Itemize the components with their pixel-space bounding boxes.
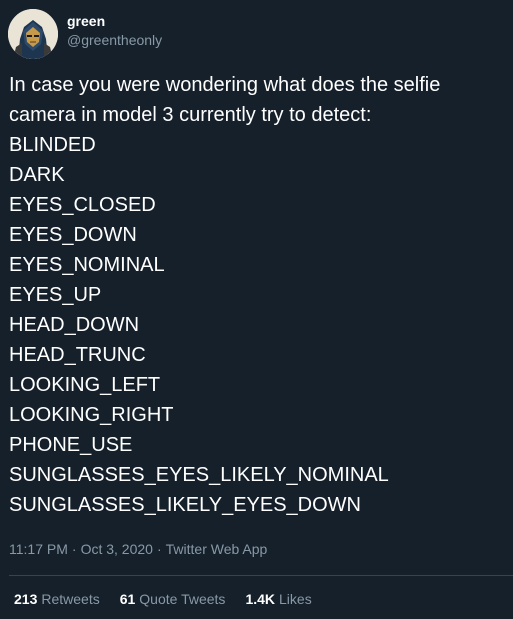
likes-label: Likes [279, 591, 312, 607]
tweet-source[interactable]: Twitter Web App [166, 541, 268, 557]
likes-stat[interactable]: 1.4K Likes [245, 590, 311, 609]
retweets-stat[interactable]: 213 Retweets [14, 590, 100, 609]
retweets-count: 213 [14, 591, 38, 607]
avatar-portrait-icon [8, 9, 58, 59]
meta-separator: · [71, 541, 77, 557]
tweet-intro: In case you were wondering what does the… [9, 74, 441, 126]
author-display-name[interactable]: green [67, 12, 162, 31]
tweet-text: In case you were wondering what does the… [9, 70, 509, 520]
detection-label: LOOKING_RIGHT [9, 404, 174, 426]
label-list: BLINDED DARK EYES_CLOSED EYES_DOWN EYES_NOMI… [9, 130, 509, 520]
detection-label: HEAD_TRUNC [9, 344, 146, 366]
detection-label: BLINDED [9, 134, 96, 156]
tweet-date: Oct 3, 2020 [80, 541, 153, 557]
quote-tweets-label: Quote Tweets [139, 591, 226, 607]
likes-count: 1.4K [245, 591, 276, 607]
detection-label: EYES_UP [9, 284, 102, 306]
meta-separator: · [156, 541, 162, 557]
detection-label: EYES_CLOSED [9, 194, 156, 216]
detection-label: EYES_NOMINAL [9, 254, 165, 276]
detection-label: PHONE_USE [9, 434, 133, 456]
detection-label: HEAD_DOWN [9, 314, 140, 336]
tweet-time-link[interactable]: 11:17 PM · Oct 3, 2020 [9, 541, 153, 557]
tweet-header: green @greentheonly [8, 8, 162, 60]
stats-divider [9, 575, 513, 576]
avatar[interactable] [8, 9, 58, 59]
tweet-stats: 213 Retweets 61 Quote Tweets 1.4K Likes [14, 590, 332, 609]
detection-label: LOOKING_LEFT [9, 374, 161, 396]
retweets-label: Retweets [41, 591, 100, 607]
detection-label: EYES_DOWN [9, 224, 137, 246]
author-names: green @greentheonly [67, 12, 162, 50]
author-handle[interactable]: @greentheonly [67, 31, 162, 50]
tweet: green @greentheonly In case you were won… [0, 0, 513, 619]
tweet-meta: 11:17 PM · Oct 3, 2020 · Twitter Web App [9, 540, 267, 559]
tweet-time: 11:17 PM [9, 541, 68, 557]
quote-tweets-stat[interactable]: 61 Quote Tweets [120, 590, 226, 609]
detection-label: DARK [9, 164, 65, 186]
quote-tweets-count: 61 [119, 591, 136, 607]
detection-label: SUNGLASSES_LIKELY_EYES_DOWN [9, 494, 361, 516]
detection-label: SUNGLASSES_EYES_LIKELY_NOMINAL [9, 464, 389, 486]
